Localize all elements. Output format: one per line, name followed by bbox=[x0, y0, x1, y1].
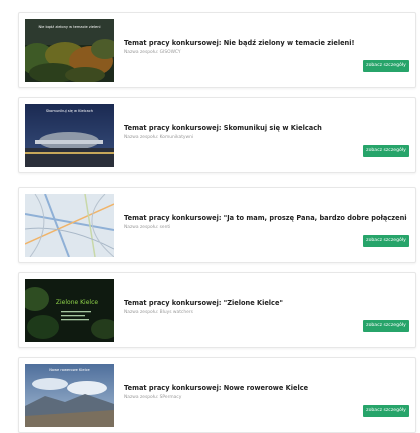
thumb-caption: Nie bądź zielony w temacie zieleni bbox=[39, 25, 101, 29]
green-city-thumbnail[interactable]: Zielone Kielce bbox=[25, 279, 114, 342]
entry-team-name: Nazwa zespołu: SPermacy bbox=[124, 395, 182, 400]
city-map-thumbnail[interactable] bbox=[25, 194, 114, 257]
entry-card: Nie bądź zielony w temacie zieleni Temat… bbox=[18, 12, 416, 88]
thumb-caption: Nowe rowerowe Kielce bbox=[49, 368, 90, 372]
entry-team-name: Nazwa zespołu: Bluys watchers bbox=[124, 310, 193, 315]
see-details-button[interactable]: zobacz szczegóły bbox=[363, 320, 409, 332]
entry-title: Temat pracy konkursowej: Skomunikuj się … bbox=[124, 124, 322, 132]
forest-thumbnail[interactable]: Nie bądź zielony w temacie zieleni bbox=[25, 19, 114, 82]
entry-team-name: Nazwa zespołu: Komunikatywni bbox=[124, 135, 194, 140]
entry-team-name: Nazwa zespołu: senti bbox=[124, 225, 171, 230]
see-details-button[interactable]: zobacz szczegóły bbox=[363, 405, 409, 417]
entry-card: Temat pracy konkursowej: "Ja to mam, pro… bbox=[18, 187, 416, 263]
entry-card: Zielone Kielce Temat pracy konkursowej: … bbox=[18, 272, 416, 348]
bus-station-thumbnail[interactable]: Skomunikuj się w Kielcach bbox=[25, 104, 114, 167]
entry-card: Nowe rowerowe Kielce Temat pracy konkurs… bbox=[18, 357, 416, 433]
cycling-thumbnail[interactable]: Nowe rowerowe Kielce bbox=[25, 364, 114, 427]
entry-card: Skomunikuj się w Kielcach Temat pracy ko… bbox=[18, 97, 416, 173]
entry-team-name: Nazwa zespołu: GISOWCY bbox=[124, 50, 181, 55]
thumb-caption: Zielone Kielce bbox=[56, 299, 98, 306]
see-details-button[interactable]: zobacz szczegóły bbox=[363, 145, 409, 157]
competition-entries-list: Nie bądź zielony w temacie zieleni Temat… bbox=[0, 0, 420, 433]
thumb-caption: Skomunikuj się w Kielcach bbox=[46, 109, 93, 113]
entry-title: Temat pracy konkursowej: Nie bądź zielon… bbox=[124, 39, 355, 47]
entry-title: Temat pracy konkursowej: "Zielone Kielce… bbox=[124, 299, 283, 307]
entry-title: Temat pracy konkursowej: Nowe rowerowe K… bbox=[124, 384, 309, 392]
entry-title: Temat pracy konkursowej: "Ja to mam, pro… bbox=[124, 214, 407, 222]
see-details-button[interactable]: zobacz szczegóły bbox=[363, 60, 409, 72]
see-details-button[interactable]: zobacz szczegóły bbox=[363, 235, 409, 247]
